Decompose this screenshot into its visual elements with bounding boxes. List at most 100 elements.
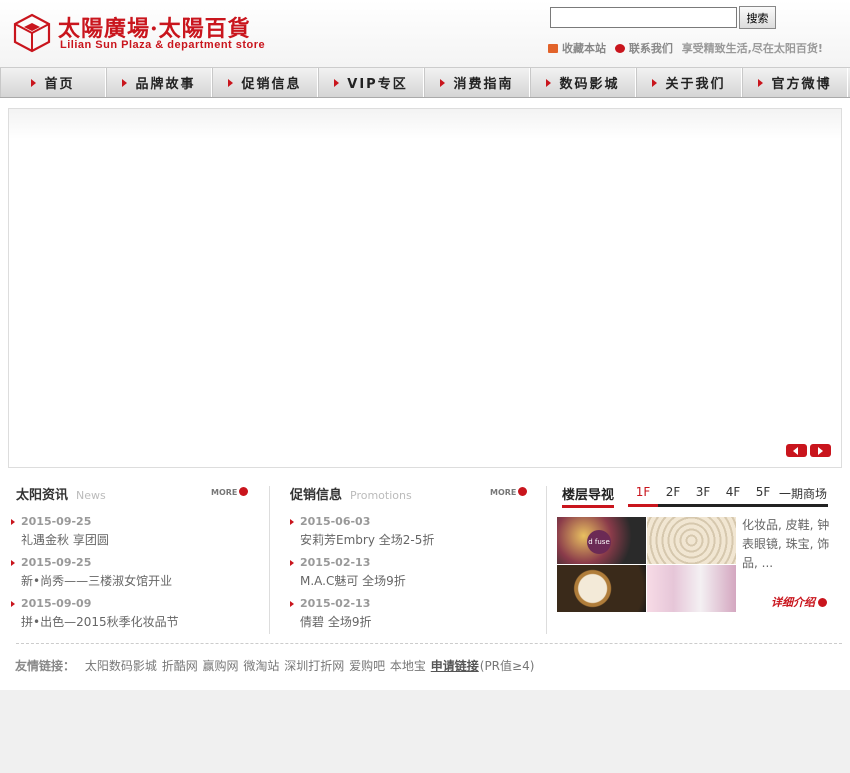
bullet-icon <box>290 560 294 566</box>
floor-detail-link[interactable]: 详细介绍 <box>771 594 827 610</box>
list-item[interactable]: 2015-02-13 M.A.C魅可 全场9折 <box>288 556 538 597</box>
arrow-right-icon <box>818 447 823 455</box>
list-item[interactable]: 2015-09-09 拼•出色—2015秋季化妆品节 <box>9 597 259 638</box>
item-title[interactable]: M.A.C魅可 全场9折 <box>300 572 538 589</box>
logo-english-name: Lilian Sun Plaza & department store <box>60 39 266 51</box>
floor-image-grid[interactable]: d fuse <box>557 517 737 612</box>
promotions-title: 促销信息 <box>290 488 343 503</box>
friend-link[interactable]: 赢购网 <box>203 659 239 673</box>
banner-next-button[interactable] <box>810 444 831 457</box>
news-more-link[interactable]: MORE <box>211 487 249 497</box>
nav-item-cinema[interactable]: 数码影城 <box>530 68 636 97</box>
item-title[interactable]: 新•尚秀——三楼淑女馆开业 <box>21 572 259 589</box>
item-date: 2015-09-25 <box>21 556 92 569</box>
nav-item-about[interactable]: 关于我们 <box>636 68 742 97</box>
item-date: 2015-09-25 <box>21 515 92 528</box>
logo-cube-icon <box>13 13 51 53</box>
detail-label: 详细介绍 <box>771 596 815 609</box>
nav-arrow-icon <box>440 78 446 87</box>
more-label: MORE <box>211 488 238 497</box>
bullet-icon <box>11 560 15 566</box>
column-divider <box>546 486 547 634</box>
bookmark-link[interactable]: 收藏本站 <box>562 42 606 55</box>
cosmetics-image[interactable] <box>647 565 736 612</box>
news-subtitle: News <box>76 489 106 502</box>
nav-item-home[interactable]: 首页 <box>0 68 106 97</box>
nav-item-weibo[interactable]: 官方微博 <box>742 68 848 97</box>
nav-item-label: 消费指南 <box>453 77 514 92</box>
tab-3f[interactable]: 3F <box>688 485 718 507</box>
apply-link[interactable]: 申请链接 <box>431 659 479 673</box>
arrow-left-icon <box>793 447 798 455</box>
item-date: 2015-02-13 <box>300 597 371 610</box>
friend-link[interactable]: 本地宝 <box>390 659 426 673</box>
watch-image[interactable] <box>557 565 646 612</box>
bullet-icon <box>290 601 294 607</box>
item-title[interactable]: 拼•出色—2015秋季化妆品节 <box>21 613 259 630</box>
bullet-icon <box>11 519 15 525</box>
nav-item-brand-story[interactable]: 品牌故事 <box>106 68 212 97</box>
friend-link[interactable]: 微淘站 <box>243 659 279 673</box>
top-links: 收藏本站 联系我们 享受精致生活,尽在太阳百货! <box>548 40 823 56</box>
dfuse-logo: d fuse <box>587 530 611 554</box>
nav-item-label: 品牌故事 <box>135 77 196 92</box>
item-title[interactable]: 倩碧 全场9折 <box>300 613 538 630</box>
tab-1f[interactable]: 1F <box>628 485 658 507</box>
list-item[interactable]: 2015-06-03 安莉芳Embry 全场2-5折 <box>288 515 538 556</box>
floor-guide-title: 楼层导视 <box>562 484 615 508</box>
friend-links-label: 友情链接： <box>15 659 76 673</box>
item-date: 2015-02-13 <box>300 556 371 569</box>
tab-phase-one-mall[interactable]: 一期商场 <box>778 485 828 507</box>
nav-arrow-icon <box>652 78 658 87</box>
nav-item-label: 数码影城 <box>559 77 620 92</box>
news-title: 太阳资讯 <box>16 488 69 503</box>
bullet-icon <box>11 601 15 607</box>
item-title[interactable]: 安莉芳Embry 全场2-5折 <box>300 531 538 548</box>
friend-link[interactable]: 深圳打折网 <box>284 659 344 673</box>
friend-links: 友情链接： 太阳数码影城 折酷网 赢购网 微淘站 深圳打折网 爱购吧 本地宝 申… <box>15 657 534 674</box>
page: 太陽廣場·太陽百貨 Lilian Sun Plaza & department … <box>0 0 850 690</box>
nav-arrow-icon <box>122 78 128 87</box>
search-input[interactable] <box>550 7 737 28</box>
nav-item-promotions[interactable]: 促销信息 <box>212 68 318 97</box>
header: 太陽廣場·太陽百貨 Lilian Sun Plaza & department … <box>0 0 850 67</box>
promotions-subtitle: Promotions <box>350 489 412 502</box>
main-nav: 首页 品牌故事 促销信息 VIP专区 消费指南 数码影城 关于我们 官方微博 <box>0 67 850 98</box>
item-date: 2015-06-03 <box>300 515 371 528</box>
apply-note: (PR值≥4) <box>479 659 535 673</box>
list-item[interactable]: 2015-09-25 礼遇金秋 享团圆 <box>9 515 259 556</box>
promotions-more-link[interactable]: MORE <box>490 487 528 497</box>
floor-description: 化妆品, 皮鞋, 钟表眼镜, 珠宝, 饰品, ... <box>742 518 830 570</box>
item-title[interactable]: 礼遇金秋 享团圆 <box>21 531 259 548</box>
nav-item-label: VIP专区 <box>347 77 408 92</box>
tab-4f[interactable]: 4F <box>718 485 748 507</box>
pearls-image[interactable] <box>647 517 736 564</box>
nav-item-label: 促销信息 <box>241 77 302 92</box>
nav-item-vip[interactable]: VIP专区 <box>318 68 424 97</box>
arrow-right-icon <box>818 598 827 607</box>
friend-link[interactable]: 爱购吧 <box>349 659 385 673</box>
banner-slideshow[interactable] <box>8 108 842 468</box>
search-button[interactable]: 搜索 <box>739 6 776 29</box>
favorite-icon <box>548 44 558 53</box>
contact-link[interactable]: 联系我们 <box>629 42 673 55</box>
banner-prev-button[interactable] <box>786 444 807 457</box>
nav-item-label: 关于我们 <box>665 77 726 92</box>
friend-link[interactable]: 太阳数码影城 <box>85 659 157 673</box>
friend-link[interactable]: 折酷网 <box>162 659 198 673</box>
nav-arrow-icon <box>31 78 37 87</box>
nav-item-guide[interactable]: 消费指南 <box>424 68 530 97</box>
more-arrow-icon <box>239 487 249 496</box>
slogan: 享受精致生活,尽在太阳百货! <box>681 42 823 55</box>
news-list: 2015-09-25 礼遇金秋 享团圆 2015-09-25 新•尚秀——三楼淑女馆… <box>9 515 259 638</box>
nav-arrow-icon <box>758 78 764 87</box>
nav-item-label: 官方微博 <box>771 77 832 92</box>
list-item[interactable]: 2015-09-25 新•尚秀——三楼淑女馆开业 <box>9 556 259 597</box>
list-item[interactable]: 2015-02-13 倩碧 全场9折 <box>288 597 538 638</box>
promotions-section-title: 促销信息 Promotions <box>290 484 412 503</box>
shoes-image[interactable]: d fuse <box>557 517 646 564</box>
nav-arrow-icon <box>334 78 340 87</box>
tab-2f[interactable]: 2F <box>658 485 688 507</box>
tab-5f[interactable]: 5F <box>748 485 778 507</box>
nav-item-label: 首页 <box>44 77 75 92</box>
